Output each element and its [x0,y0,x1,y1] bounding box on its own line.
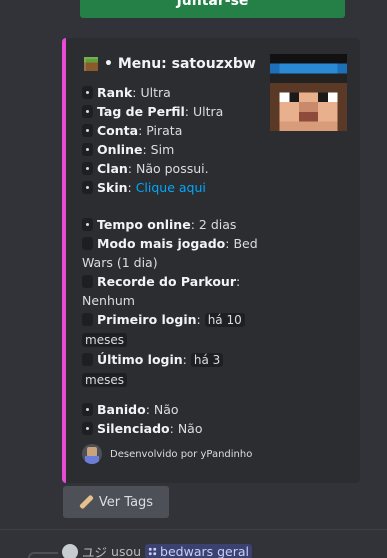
embed-title: • Menu: satouzxbw [84,56,256,72]
reply-context: ユジ usou bedwars geral [62,542,252,558]
bullet-icon [82,218,93,231]
field-ultimo-login: Último login: há 3 meses [82,350,262,390]
discord-chat: Juntar-se • Menu: satouzxbw Rank: Ultra … [0,0,387,558]
grass-block-icon [84,57,98,71]
bullet-icon [82,313,93,326]
view-tags-label: Ver Tags [98,494,154,510]
footer-text: Desenvolvido por yPandinho [110,448,253,460]
bullet-icon [82,105,93,118]
field-key: Primeiro login [97,312,197,327]
stats-fields: Tempo online: 2 dias Modo mais jogado: B… [82,215,262,390]
bullet-icon [82,124,93,137]
field-value: Nenhum [82,293,135,308]
embed-title-text: • Menu: satouzxbw [104,56,256,72]
field-parkour: Recorde do Parkour: Nenhum [82,274,241,308]
field-silenciado: Silenciado: Não [82,419,262,438]
bullet-icon [82,403,93,416]
field-value: Não [153,402,179,417]
field-key: Clan [97,161,128,176]
field-modo: Modo mais jogado: Bed Wars (1 dia) [82,236,258,270]
field-key: Silenciado [97,421,170,436]
channel-name: bedwars geral [160,544,249,558]
skin-head-thumbnail[interactable] [270,54,347,131]
field-key: Online [97,142,143,157]
field-conta: Conta: Pirata [82,121,262,140]
user-avatar[interactable] [62,543,78,558]
reply-username[interactable]: ユジ [82,542,107,558]
field-value: Ultra [140,85,171,100]
footer-avatar-icon [82,444,102,464]
field-value: 2 dias [198,217,237,232]
field-key: Skin [97,180,128,195]
field-value: Não possui. [135,161,209,176]
divider [0,529,387,530]
channel-grid-icon [148,547,158,556]
field-key: Último login [97,352,183,367]
field-value: Não [177,421,203,436]
channel-mention[interactable]: bedwars geral [145,544,252,558]
reply-connector [28,552,58,558]
bandage-icon [79,495,93,509]
bullet-icon [82,275,93,288]
field-value: Pirata [146,123,183,138]
join-button[interactable]: Juntar-se [80,0,345,18]
view-tags-button[interactable]: Ver Tags [63,486,169,518]
profile-fields: Rank: Ultra Tag de Perfil: Ultra Conta: … [82,83,262,197]
bullet-icon [82,237,93,250]
field-key: Rank [97,85,133,100]
bullet-icon [82,162,93,175]
field-skin: Skin: Clique aqui [82,178,262,197]
field-clan: Clan: Não possui. [82,159,262,178]
field-key: Recorde do Parkour [97,274,236,289]
embed-footer: Desenvolvido por yPandinho [82,444,252,464]
moderation-fields: Banido: Não Silenciado: Não [82,400,262,438]
bullet-icon [82,422,93,435]
skin-link[interactable]: Clique aqui [136,180,206,195]
field-value: há 3 [190,353,224,367]
field-primeiro-login: Primeiro login: há 10 meses [82,310,262,350]
reply-action: usou [111,544,142,558]
field-rank: Rank: Ultra [82,83,262,102]
field-value: há 10 [204,313,245,327]
profile-embed: • Menu: satouzxbw Rank: Ultra Tag de Per… [62,38,360,483]
bullet-icon [82,86,93,99]
field-banido: Banido: Não [82,400,262,419]
field-online: Online: Sim [82,140,262,159]
field-tempo-online: Tempo online: 2 dias [82,215,262,234]
field-value: meses [82,373,127,387]
field-key: Tempo online [97,217,191,232]
field-key: Tag de Perfil [97,104,185,119]
field-tag: Tag de Perfil: Ultra [82,102,262,121]
field-value: meses [82,333,127,347]
bullet-icon [82,353,93,366]
bullet-icon [82,181,93,194]
field-key: Conta [97,123,139,138]
bullet-icon [82,143,93,156]
field-value: Sim [150,142,175,157]
field-key: Banido [97,402,146,417]
field-key: Modo mais jogado [97,236,226,251]
field-value: Ultra [192,104,224,119]
